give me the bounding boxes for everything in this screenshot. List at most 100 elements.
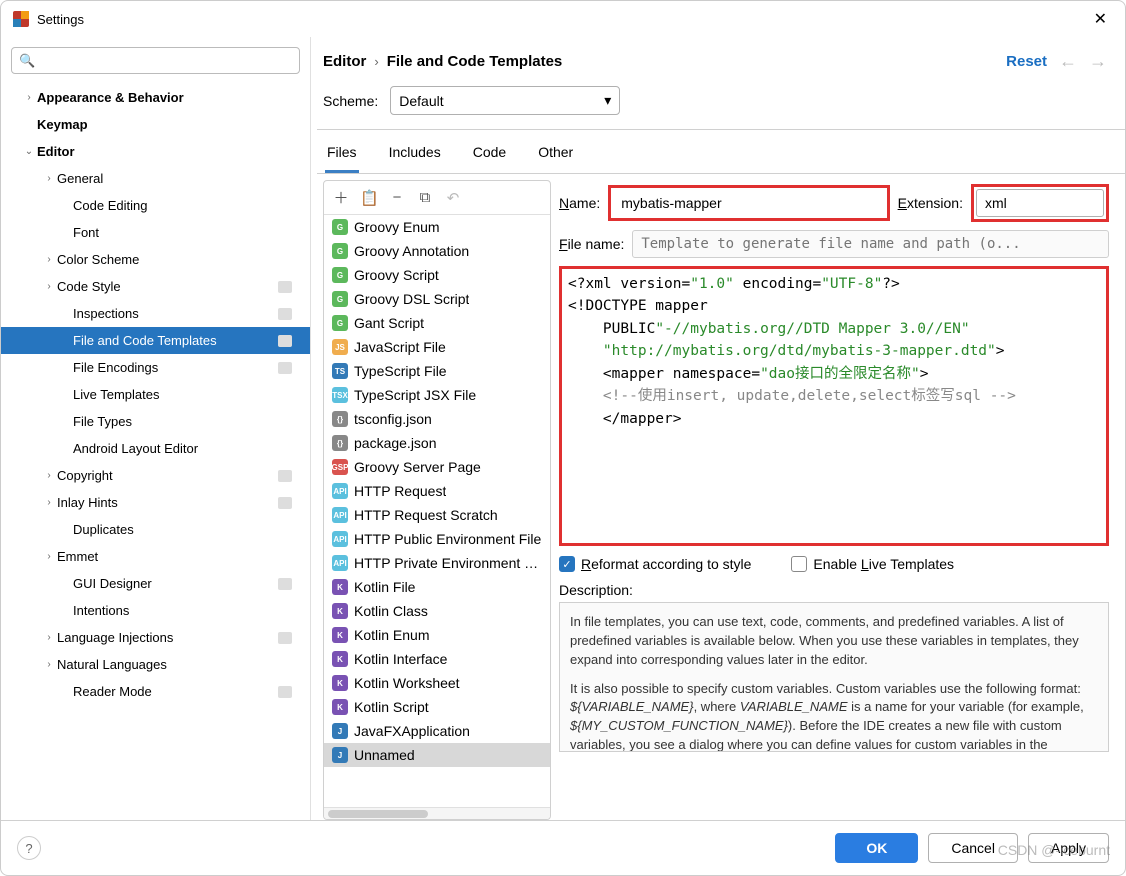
- template-item[interactable]: GGroovy Annotation: [324, 239, 550, 263]
- chevron-icon: ›: [41, 497, 57, 508]
- tree-label: GUI Designer: [73, 576, 278, 591]
- template-label: package.json: [354, 435, 437, 451]
- template-item[interactable]: APIHTTP Private Environment File: [324, 551, 550, 575]
- template-item[interactable]: JSJavaScript File: [324, 335, 550, 359]
- tree-item-keymap[interactable]: Keymap: [1, 111, 310, 138]
- close-icon[interactable]: ✕: [1088, 9, 1113, 29]
- tree-item-appearance-behavior[interactable]: ›Appearance & Behavior: [1, 84, 310, 111]
- help-button[interactable]: ?: [17, 836, 41, 860]
- template-item[interactable]: KKotlin File: [324, 575, 550, 599]
- tree-item-language-injections[interactable]: ›Language Injections: [1, 624, 310, 651]
- tree-item-reader-mode[interactable]: Reader Mode: [1, 678, 310, 705]
- tab-includes[interactable]: Includes: [387, 134, 443, 173]
- copy-template-button[interactable]: 📋: [360, 189, 378, 207]
- file-type-icon: {}: [332, 411, 348, 427]
- tree-item-android-layout-editor[interactable]: Android Layout Editor: [1, 435, 310, 462]
- tree-item-font[interactable]: Font: [1, 219, 310, 246]
- chevron-icon: ›: [41, 632, 57, 643]
- back-icon[interactable]: ←: [1059, 51, 1077, 72]
- template-item[interactable]: KKotlin Class: [324, 599, 550, 623]
- copy-button[interactable]: ⧉: [416, 189, 434, 206]
- reset-link[interactable]: Reset: [1006, 53, 1047, 70]
- settings-tree[interactable]: ›Appearance & BehaviorKeymap⌄Editor›Gene…: [1, 80, 310, 820]
- extension-input[interactable]: [976, 189, 1104, 217]
- template-label: TypeScript JSX File: [354, 387, 476, 403]
- chevron-right-icon: ›: [374, 54, 378, 69]
- template-item[interactable]: {}tsconfig.json: [324, 407, 550, 431]
- template-item[interactable]: TSXTypeScript JSX File: [324, 383, 550, 407]
- filename-input[interactable]: [632, 230, 1109, 258]
- tree-item-emmet[interactable]: ›Emmet: [1, 543, 310, 570]
- tree-item-live-templates[interactable]: Live Templates: [1, 381, 310, 408]
- tabs: Files Includes Code Other: [317, 134, 1125, 174]
- tree-item-inlay-hints[interactable]: ›Inlay Hints: [1, 489, 310, 516]
- template-item[interactable]: GGant Script: [324, 311, 550, 335]
- cancel-button[interactable]: Cancel: [928, 833, 1018, 863]
- scope-badge-icon: [278, 686, 292, 698]
- add-button[interactable]: ＋: [332, 187, 350, 208]
- template-item[interactable]: JJavaFXApplication: [324, 719, 550, 743]
- tree-label: Appearance & Behavior: [37, 90, 302, 105]
- chevron-icon: ›: [41, 470, 57, 481]
- template-item[interactable]: JUnnamed: [324, 743, 550, 767]
- tree-item-code-style[interactable]: ›Code Style: [1, 273, 310, 300]
- tree-item-inspections[interactable]: Inspections: [1, 300, 310, 327]
- template-label: Kotlin Enum: [354, 627, 429, 643]
- live-templates-checkbox[interactable]: Enable Live Templates: [791, 556, 954, 572]
- remove-button[interactable]: −: [388, 189, 406, 206]
- search-input[interactable]: [11, 47, 300, 74]
- name-input[interactable]: [613, 190, 884, 216]
- file-type-icon: API: [332, 483, 348, 499]
- tree-item-general[interactable]: ›General: [1, 165, 310, 192]
- tree-item-intentions[interactable]: Intentions: [1, 597, 310, 624]
- file-type-icon: GSP: [332, 459, 348, 475]
- template-item[interactable]: APIHTTP Request Scratch: [324, 503, 550, 527]
- template-item[interactable]: GGroovy DSL Script: [324, 287, 550, 311]
- tree-label: Live Templates: [73, 387, 302, 402]
- template-item[interactable]: GSP Groovy Server Page: [324, 455, 550, 479]
- tree-item-file-encodings[interactable]: File Encodings: [1, 354, 310, 381]
- forward-icon[interactable]: →: [1089, 51, 1107, 72]
- tree-item-code-editing[interactable]: Code Editing: [1, 192, 310, 219]
- tab-other[interactable]: Other: [536, 134, 575, 173]
- template-item[interactable]: KKotlin Enum: [324, 623, 550, 647]
- template-code-editor[interactable]: <?xml version="1.0" encoding="UTF-8"?> <…: [559, 266, 1109, 546]
- tree-item-copyright[interactable]: ›Copyright: [1, 462, 310, 489]
- apply-button[interactable]: Apply: [1028, 833, 1109, 863]
- template-item[interactable]: TSTypeScript File: [324, 359, 550, 383]
- tree-item-gui-designer[interactable]: GUI Designer: [1, 570, 310, 597]
- template-label: Groovy Server Page: [354, 459, 481, 475]
- tab-files[interactable]: Files: [325, 134, 359, 173]
- tree-item-file-and-code-templates[interactable]: File and Code Templates: [1, 327, 310, 354]
- tree-item-file-types[interactable]: File Types: [1, 408, 310, 435]
- tree-label: File Encodings: [73, 360, 278, 375]
- file-type-icon: K: [332, 579, 348, 595]
- breadcrumb-editor[interactable]: Editor: [323, 53, 366, 70]
- horizontal-scrollbar[interactable]: [324, 807, 550, 819]
- template-item[interactable]: API HTTP Request: [324, 479, 550, 503]
- template-item[interactable]: KKotlin Interface: [324, 647, 550, 671]
- tree-label: Duplicates: [73, 522, 302, 537]
- template-item[interactable]: {}package.json: [324, 431, 550, 455]
- tree-item-natural-languages[interactable]: ›Natural Languages: [1, 651, 310, 678]
- template-item[interactable]: APIHTTP Public Environment File: [324, 527, 550, 551]
- scope-badge-icon: [278, 335, 292, 347]
- template-list[interactable]: GGroovy EnumGGroovy AnnotationGGroovy Sc…: [324, 215, 550, 807]
- ok-button[interactable]: OK: [835, 833, 918, 863]
- reformat-checkbox[interactable]: ✓ Reformat according to style: [559, 556, 751, 572]
- tree-item-editor[interactable]: ⌄Editor: [1, 138, 310, 165]
- template-item[interactable]: KKotlin Worksheet: [324, 671, 550, 695]
- chevron-icon: ›: [41, 551, 57, 562]
- file-type-icon: J: [332, 747, 348, 763]
- template-label: HTTP Private Environment File: [354, 555, 542, 571]
- tree-item-duplicates[interactable]: Duplicates: [1, 516, 310, 543]
- scheme-select[interactable]: Default ▾: [390, 86, 620, 115]
- template-item[interactable]: GGroovy Enum: [324, 215, 550, 239]
- template-item[interactable]: KKotlin Script: [324, 695, 550, 719]
- tree-item-color-scheme[interactable]: ›Color Scheme: [1, 246, 310, 273]
- tree-label: General: [57, 171, 302, 186]
- tab-code[interactable]: Code: [471, 134, 508, 173]
- template-label: HTTP Request: [354, 483, 446, 499]
- template-item[interactable]: GGroovy Script: [324, 263, 550, 287]
- description-box: In file templates, you can use text, cod…: [559, 602, 1109, 752]
